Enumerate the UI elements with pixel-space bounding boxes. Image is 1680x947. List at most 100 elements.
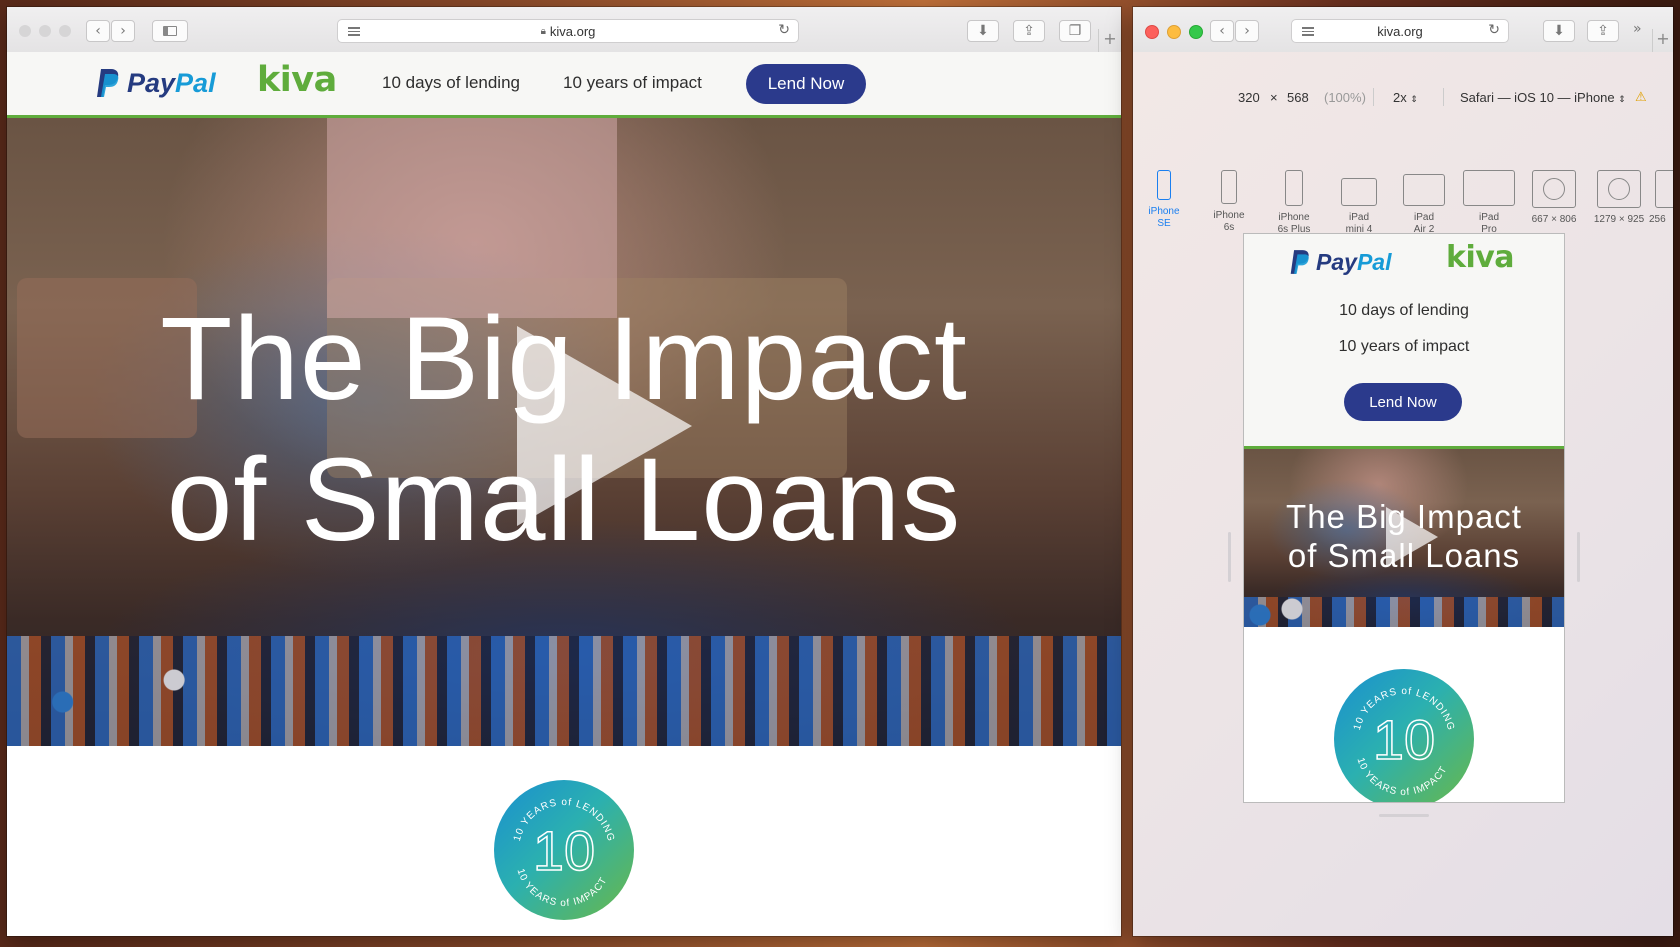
play-icon[interactable]	[517, 326, 692, 526]
share-button[interactable]: ⇪	[1013, 20, 1045, 42]
device-iphone-se[interactable]: iPhone SE	[1136, 170, 1192, 230]
hero-video[interactable]: The Big Impact of Small Loans	[7, 118, 1121, 746]
lend-now-button[interactable]: Lend Now	[746, 64, 866, 104]
phone-icon	[1285, 170, 1303, 206]
minimize-button[interactable]	[39, 25, 51, 37]
device-ipad-mini[interactable]: iPad mini 4	[1331, 170, 1387, 236]
back-button[interactable]: ‹	[1210, 20, 1234, 42]
viewport-width[interactable]: 320	[1238, 90, 1260, 105]
new-tab-button[interactable]: +	[1652, 29, 1673, 53]
minimize-button[interactable]	[1167, 25, 1181, 39]
mobile-hero-video[interactable]: The Big Impact of Small Loans	[1244, 449, 1564, 627]
new-tab-button[interactable]: +	[1098, 29, 1121, 53]
viewport-height[interactable]: 568	[1287, 90, 1309, 105]
viewport-zoom: (100%)	[1324, 90, 1366, 105]
tabs-button[interactable]: ❐	[1059, 20, 1091, 42]
downloads-button[interactable]: ⬇	[1543, 20, 1575, 42]
site-header: Pay Pal kiva 10 days of lending 10 years …	[7, 52, 1121, 118]
address-bar[interactable]: 🔒︎ kiva.org ↻	[337, 19, 799, 43]
device-label: iPad	[1478, 212, 1499, 223]
resize-handle-bottom[interactable]	[1379, 814, 1429, 817]
url-text: kiva.org	[1377, 23, 1423, 39]
main-toolbar: ‹ › 🔒︎ kiva.org ↻ ⬇ ⇪ ❐ +	[7, 7, 1121, 53]
stepper-icon: ⇕	[1410, 94, 1418, 104]
paypal-word-2: Pal	[175, 67, 216, 98]
device-iphone-6s-plus[interactable]: iPhone 6s Plus	[1266, 170, 1322, 236]
device-667x806[interactable]: 667 × 806	[1526, 170, 1582, 226]
sidebar-button[interactable]	[152, 20, 188, 42]
warning-icon[interactable]: ⚠	[1635, 90, 1647, 105]
paypal-word-2: Pal	[1356, 248, 1392, 275]
scale-value: 2x	[1393, 90, 1407, 105]
device-ipad-air[interactable]: iPad Air 2	[1396, 170, 1452, 236]
tablet-icon	[1463, 170, 1515, 206]
zoom-button[interactable]	[1189, 25, 1203, 39]
sidebar-icon	[163, 26, 177, 36]
tabs-icon: ❐	[1068, 23, 1082, 39]
device-ipad-pro[interactable]: iPad Pro	[1461, 170, 1517, 236]
device-label: 1279 × 925	[1593, 214, 1645, 225]
nav-days-of-lending[interactable]: 10 days of lending	[1244, 302, 1564, 320]
responsive-toolbar: ‹ › kiva.org ↻ ⬇ ⇪ » +	[1133, 7, 1673, 53]
device-label: iPhone	[1278, 212, 1310, 223]
paypal-p-icon	[1289, 248, 1311, 276]
anniversary-badge: 10 YEARS of LENDING 10 YEARS of IMPACT 1…	[1334, 669, 1474, 802]
reader-menu-icon[interactable]	[348, 25, 360, 38]
device-label: iPad	[1413, 212, 1434, 223]
dimensions-separator: ×	[1270, 90, 1278, 105]
nav-days-of-lending[interactable]: 10 days of lending	[382, 73, 520, 93]
device-iphone-6s[interactable]: iPhone 6s	[1201, 170, 1257, 234]
nav-years-of-impact[interactable]: 10 years of impact	[563, 73, 702, 93]
address-bar[interactable]: kiva.org ↻	[1291, 19, 1509, 43]
chevron-right-icon: ›	[1244, 23, 1250, 39]
reader-menu-icon[interactable]	[1302, 25, 1314, 38]
forward-button[interactable]: ›	[111, 20, 135, 42]
more-toolbar-icon[interactable]: »	[1633, 21, 1642, 37]
responsive-design-area: 320 × 568 (100%) 2x ⇕ Safari — iOS 10 — …	[1133, 52, 1673, 936]
quilt	[327, 118, 617, 318]
nav-years-of-impact[interactable]: 10 years of impact	[1244, 338, 1564, 356]
downloads-button[interactable]: ⬇	[967, 20, 999, 42]
window-controls	[19, 25, 71, 37]
chevron-right-icon: ›	[120, 23, 126, 39]
url-text: kiva.org	[549, 23, 596, 39]
resize-handle-left[interactable]	[1228, 532, 1231, 582]
close-button[interactable]	[1145, 25, 1159, 39]
chevron-left-icon: ‹	[1219, 23, 1225, 39]
paypal-logo[interactable]: Pay Pal	[1289, 248, 1391, 276]
compass-icon	[1532, 170, 1576, 208]
user-agent-select[interactable]: Safari — iOS 10 — iPhone ⇕	[1460, 90, 1626, 105]
kiva-logo[interactable]: kiva	[257, 60, 337, 100]
phone-icon	[1221, 170, 1237, 204]
bottles-foreground	[7, 636, 1121, 746]
share-button[interactable]: ⇪	[1587, 20, 1619, 42]
anniversary-badge: 10 YEARS of LENDING 10 YEARS of IMPACT 1…	[494, 780, 634, 920]
resize-handle-right[interactable]	[1577, 532, 1580, 582]
reload-icon[interactable]: ↻	[778, 22, 790, 38]
reload-icon[interactable]: ↻	[1488, 22, 1500, 38]
paypal-word: Pay	[127, 67, 176, 98]
device-label: 256	[1649, 214, 1666, 225]
window-controls-responsive	[1145, 25, 1203, 39]
phone-viewport: Pay Pal kiva 10 days of lending 10 years …	[1244, 234, 1564, 802]
chevron-left-icon: ‹	[95, 23, 101, 39]
scale-select[interactable]: 2x ⇕	[1393, 90, 1418, 105]
compass-icon	[1655, 170, 1673, 208]
lend-now-button[interactable]: Lend Now	[1344, 383, 1462, 421]
device-256[interactable]: 256	[1649, 170, 1673, 226]
forward-button[interactable]: ›	[1235, 20, 1259, 42]
zoom-button[interactable]	[59, 25, 71, 37]
paypal-logo[interactable]: Pay Pal	[95, 67, 216, 99]
kiva-logo[interactable]: kiva	[1446, 240, 1515, 275]
device-label-2: SE	[1157, 218, 1171, 229]
close-button[interactable]	[19, 25, 31, 37]
share-icon: ⇪	[1597, 23, 1609, 39]
mobile-header: Pay Pal kiva 10 days of lending 10 years …	[1244, 234, 1564, 449]
back-button[interactable]: ‹	[86, 20, 110, 42]
device-1279x925[interactable]: 1279 × 925	[1591, 170, 1647, 226]
stepper-icon: ⇕	[1618, 94, 1626, 104]
device-label-2: 6s	[1223, 222, 1235, 233]
divider	[1443, 88, 1444, 106]
play-icon[interactable]	[1386, 507, 1438, 567]
download-icon: ⬇	[977, 23, 989, 39]
